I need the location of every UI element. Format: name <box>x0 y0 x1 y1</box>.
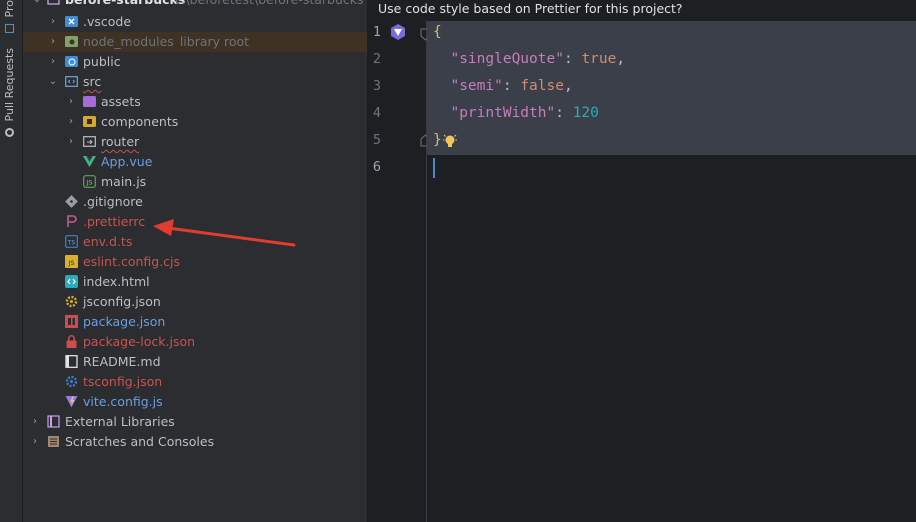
lightbulb-icon[interactable] <box>443 134 457 150</box>
line-number: 2 <box>372 51 381 67</box>
code-line-3[interactable]: "semi": false, <box>433 78 572 94</box>
code-line-1[interactable]: { <box>433 24 442 40</box>
line-number: 4 <box>372 105 381 121</box>
editor-pane: Use code style based on Prettier for thi… <box>368 0 916 522</box>
line-number: 3 <box>372 78 381 94</box>
prettier-banner[interactable]: Use code style based on Prettier for thi… <box>368 0 916 20</box>
editor-gutter: 1 2 3 4 5 6 <box>368 20 431 522</box>
prettier-logo-icon[interactable] <box>389 23 407 41</box>
code-line-5[interactable]: } <box>433 132 442 148</box>
line-number: 6 <box>372 159 381 175</box>
text-caret <box>433 158 435 178</box>
line-number: 1 <box>372 24 381 40</box>
code-line-2[interactable]: "singleQuote": true, <box>433 51 625 67</box>
line-number: 5 <box>372 132 381 148</box>
code-line-4[interactable]: "printWidth": 120 <box>433 105 598 121</box>
